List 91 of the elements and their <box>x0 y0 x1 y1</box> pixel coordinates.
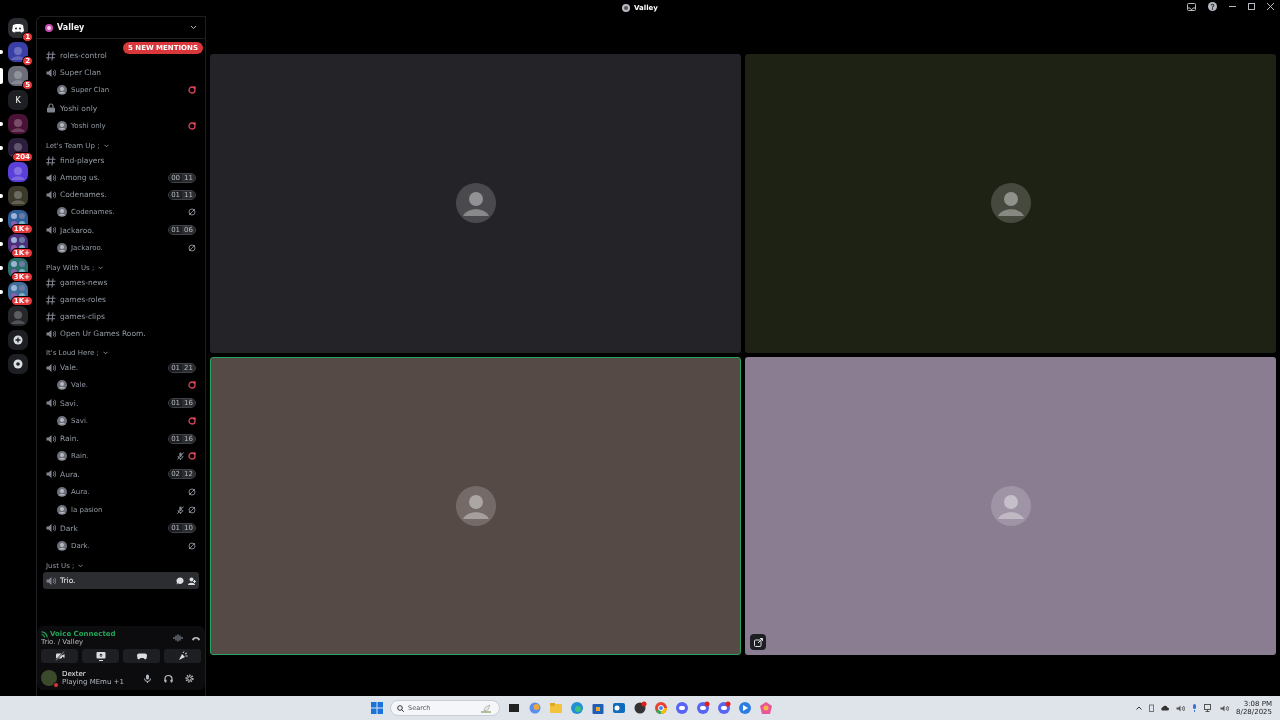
speaker-icon[interactable] <box>1176 704 1186 712</box>
soundboard-icon <box>177 651 188 661</box>
popout-icon <box>753 637 763 647</box>
server-icon <box>622 4 631 12</box>
chevron-icon <box>78 563 84 568</box>
speaker-icon <box>46 225 56 235</box>
task-view-icon[interactable] <box>507 701 522 715</box>
gamepad-button[interactable] <box>123 649 160 663</box>
maximize-icon[interactable] <box>1248 3 1255 10</box>
chevron-icon <box>98 265 104 270</box>
hash-icon <box>46 311 56 322</box>
app-icon[interactable] <box>633 701 648 715</box>
avatar-icon <box>57 451 67 462</box>
avatar-icon <box>57 242 67 253</box>
speaker-icon[interactable] <box>1220 704 1230 712</box>
speaker-icon <box>46 328 56 339</box>
screen-share-icon <box>95 651 106 661</box>
store-icon[interactable] <box>591 701 606 715</box>
avatar-icon <box>57 540 67 551</box>
speaker-icon <box>46 575 56 586</box>
camera-off-button[interactable] <box>41 649 78 663</box>
speaker-icon <box>46 398 56 408</box>
settings-icon[interactable] <box>185 673 194 683</box>
screen-share-button[interactable] <box>82 649 119 663</box>
hash-icon <box>46 277 56 288</box>
lock-icon <box>46 103 56 113</box>
server-folder-icon[interactable] <box>8 210 28 230</box>
chevron-icon[interactable] <box>190 25 197 30</box>
inbox-icon[interactable] <box>1187 2 1196 11</box>
avatar-icon <box>455 183 496 224</box>
speaker-icon <box>46 469 56 479</box>
chevron-up-icon[interactable] <box>1136 706 1143 710</box>
speaker-icon <box>46 189 56 200</box>
avatar-icon <box>57 415 67 426</box>
speaker-icon <box>46 362 56 373</box>
popout-button[interactable] <box>750 634 766 650</box>
chevron-icon <box>103 143 109 148</box>
signal-icon <box>41 630 48 638</box>
speaker-icon <box>46 523 56 533</box>
minimize-icon[interactable] <box>1229 3 1236 10</box>
avatar-icon <box>455 485 496 526</box>
camera-off-icon <box>54 651 65 661</box>
mic-icon[interactable] <box>143 673 152 683</box>
speaker-icon <box>46 433 56 444</box>
server-header[interactable]: Valley <box>37 17 205 39</box>
headphones-icon[interactable] <box>164 673 173 683</box>
close-icon[interactable] <box>1267 3 1274 10</box>
server-button[interactable]: K <box>8 90 28 110</box>
server-avatar-icon[interactable] <box>8 66 28 86</box>
discord-icon[interactable] <box>8 18 28 38</box>
speaker-icon <box>46 67 56 78</box>
server-name: Valley <box>57 23 85 32</box>
hash-icon <box>46 294 56 305</box>
hash-icon <box>46 155 56 166</box>
chat-icon[interactable] <box>176 576 184 585</box>
server-folder-icon[interactable] <box>8 234 28 254</box>
avatar-icon <box>57 85 67 96</box>
chevron-icon <box>102 350 108 355</box>
hash-icon <box>46 50 56 61</box>
video-tile[interactable] <box>745 54 1276 353</box>
help-icon[interactable] <box>1208 2 1217 11</box>
battery-icon[interactable] <box>1149 704 1155 712</box>
server-icon <box>45 23 53 32</box>
avatar-icon <box>57 486 67 497</box>
server-folder-icon[interactable] <box>8 282 28 302</box>
add-server-icon[interactable] <box>8 330 28 350</box>
gamepad-icon <box>136 651 147 661</box>
video-tile[interactable] <box>745 356 1276 655</box>
server-avatar-icon[interactable] <box>8 138 28 158</box>
avatar-icon <box>57 380 67 391</box>
speaker-icon <box>46 172 56 183</box>
avatar-icon <box>990 485 1031 526</box>
mail-icon[interactable] <box>612 701 627 715</box>
windows-start-icon[interactable] <box>371 702 384 714</box>
video-tile[interactable] <box>210 356 741 655</box>
cloud-icon[interactable] <box>1161 705 1170 711</box>
avatar-icon <box>57 505 67 516</box>
invite-icon[interactable] <box>188 576 196 585</box>
noise-suppression-icon[interactable] <box>173 634 183 642</box>
compass-icon[interactable] <box>8 354 28 374</box>
disconnect-icon[interactable] <box>191 635 201 641</box>
avatar-icon <box>57 207 67 218</box>
edge-icon[interactable] <box>570 701 585 715</box>
network-icon[interactable] <box>1204 704 1214 712</box>
avatar-icon <box>57 120 67 131</box>
chrome-icon[interactable] <box>654 701 669 715</box>
user-avatar[interactable] <box>41 670 57 686</box>
search-icon <box>397 704 405 712</box>
video-tile[interactable] <box>210 54 741 353</box>
avatar-icon <box>990 183 1031 224</box>
soundboard-button[interactable] <box>164 649 201 663</box>
